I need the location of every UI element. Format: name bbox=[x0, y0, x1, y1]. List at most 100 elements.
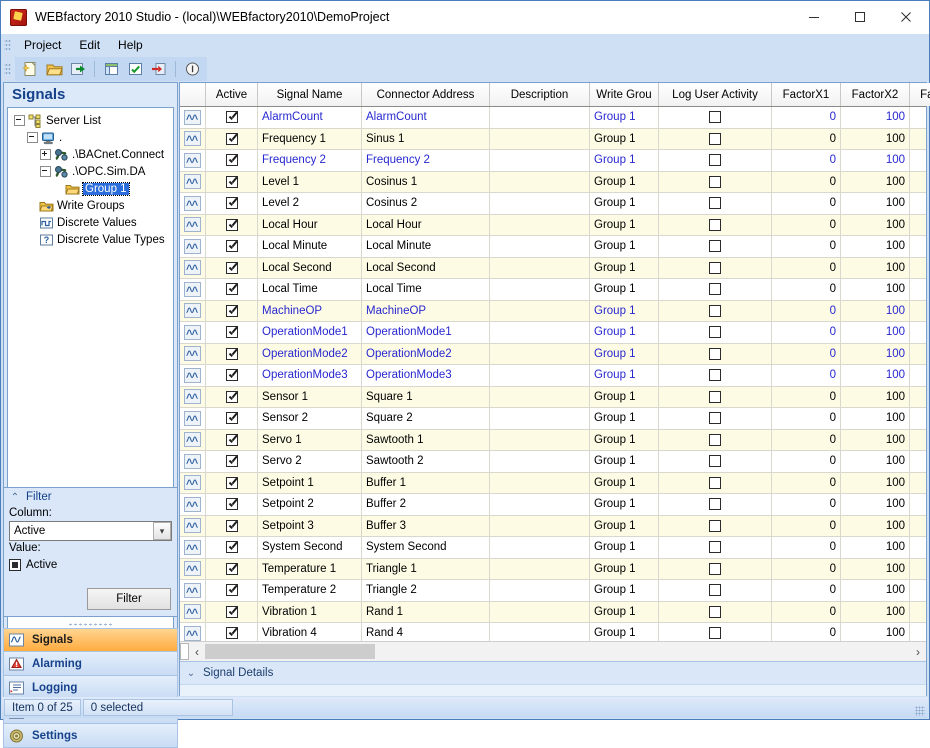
table-row[interactable]: Servo 1Sawtooth 1Group 10100 bbox=[180, 430, 926, 452]
chevron-down-icon[interactable]: ▾ bbox=[153, 522, 171, 540]
checkbox-icon[interactable] bbox=[226, 240, 238, 252]
cell-factorx1[interactable]: 0 bbox=[772, 193, 841, 214]
cell-desc[interactable] bbox=[490, 107, 590, 128]
checkbox-icon[interactable] bbox=[226, 541, 238, 553]
row-log-user-activity-checkbox[interactable] bbox=[659, 301, 772, 322]
cell-desc[interactable] bbox=[490, 258, 590, 279]
checkbox-icon[interactable] bbox=[226, 584, 238, 596]
filter-value-row[interactable]: Active bbox=[4, 559, 177, 571]
cell-factorx2[interactable]: 100 bbox=[841, 580, 910, 601]
cell-factorx1[interactable]: 0 bbox=[772, 537, 841, 558]
filter-header[interactable]: ⌃ Filter bbox=[4, 488, 177, 506]
checkbox-icon[interactable] bbox=[226, 326, 238, 338]
cell-address[interactable]: Sawtooth 1 bbox=[362, 430, 490, 451]
row-log-user-activity-checkbox[interactable] bbox=[659, 494, 772, 515]
cell-name[interactable]: OperationMode3 bbox=[258, 365, 362, 386]
checkbox-icon[interactable] bbox=[709, 154, 721, 166]
cell-factorx2[interactable]: 100 bbox=[841, 215, 910, 236]
cell-factorx1[interactable]: 0 bbox=[772, 387, 841, 408]
cell-wgroup[interactable]: Group 1 bbox=[590, 473, 659, 494]
cell-factorx3[interactable] bbox=[910, 215, 926, 236]
toolbar-drag-grip[interactable] bbox=[4, 62, 11, 76]
cell-wgroup[interactable]: Group 1 bbox=[590, 172, 659, 193]
checkbox-icon[interactable] bbox=[709, 584, 721, 596]
cell-wgroup[interactable]: Group 1 bbox=[590, 150, 659, 171]
cell-desc[interactable] bbox=[490, 408, 590, 429]
cell-desc[interactable] bbox=[490, 129, 590, 150]
cell-desc[interactable] bbox=[490, 537, 590, 558]
cell-name[interactable]: Setpoint 2 bbox=[258, 494, 362, 515]
cell-factorx3[interactable] bbox=[910, 602, 926, 623]
row-log-user-activity-checkbox[interactable] bbox=[659, 258, 772, 279]
cell-factorx3[interactable] bbox=[910, 322, 926, 343]
cell-desc[interactable] bbox=[490, 236, 590, 257]
cell-wgroup[interactable]: Group 1 bbox=[590, 430, 659, 451]
cell-address[interactable]: Rand 4 bbox=[362, 623, 490, 641]
cell-wgroup[interactable]: Group 1 bbox=[590, 365, 659, 386]
cell-desc[interactable] bbox=[490, 473, 590, 494]
tree-item-group-1[interactable]: Group 1 bbox=[12, 180, 171, 197]
checkbox-icon[interactable] bbox=[709, 283, 721, 295]
cell-address[interactable]: Triangle 1 bbox=[362, 559, 490, 580]
cell-desc[interactable] bbox=[490, 623, 590, 641]
expander-icon[interactable] bbox=[40, 166, 51, 177]
cell-factorx3[interactable] bbox=[910, 623, 926, 641]
nav-item-signals[interactable]: Signals bbox=[3, 628, 178, 652]
cell-wgroup[interactable]: Group 1 bbox=[590, 301, 659, 322]
row-active-checkbox[interactable] bbox=[206, 494, 258, 515]
table-row[interactable]: Temperature 2Triangle 2Group 10100 bbox=[180, 580, 926, 602]
checkbox-icon[interactable] bbox=[226, 262, 238, 274]
checkbox-icon[interactable] bbox=[709, 477, 721, 489]
checkbox-icon[interactable] bbox=[226, 154, 238, 166]
grid-header-name[interactable]: Signal Name bbox=[258, 83, 362, 106]
row-log-user-activity-checkbox[interactable] bbox=[659, 107, 772, 128]
cell-wgroup[interactable]: Group 1 bbox=[590, 387, 659, 408]
table-row[interactable]: Level 1Cosinus 1Group 10100 bbox=[180, 172, 926, 194]
cell-factorx3[interactable] bbox=[910, 236, 926, 257]
table-row[interactable]: OperationMode3OperationMode3Group 10100 bbox=[180, 365, 926, 387]
cell-address[interactable]: Rand 1 bbox=[362, 602, 490, 623]
row-log-user-activity-checkbox[interactable] bbox=[659, 473, 772, 494]
row-log-user-activity-checkbox[interactable] bbox=[659, 236, 772, 257]
cell-factorx3[interactable] bbox=[910, 559, 926, 580]
grid-header-logact[interactable]: Log User Activity bbox=[659, 83, 772, 106]
cell-factorx1[interactable]: 0 bbox=[772, 150, 841, 171]
cell-factorx2[interactable]: 100 bbox=[841, 301, 910, 322]
checkbox-icon[interactable] bbox=[709, 455, 721, 467]
checkbox-icon[interactable] bbox=[709, 219, 721, 231]
cell-factorx3[interactable] bbox=[910, 193, 926, 214]
cell-desc[interactable] bbox=[490, 150, 590, 171]
cell-factorx2[interactable]: 100 bbox=[841, 408, 910, 429]
cell-wgroup[interactable]: Group 1 bbox=[590, 602, 659, 623]
menu-project[interactable]: Project bbox=[15, 36, 70, 54]
cell-factorx2[interactable]: 100 bbox=[841, 322, 910, 343]
cell-factorx3[interactable] bbox=[910, 494, 926, 515]
grid-body[interactable]: AlarmCountAlarmCountGroup 10100Frequency… bbox=[180, 107, 926, 641]
grid-scroll-track[interactable] bbox=[205, 643, 910, 660]
checkbox-icon[interactable] bbox=[226, 563, 238, 575]
cell-desc[interactable] bbox=[490, 430, 590, 451]
nav-item-alarming[interactable]: Alarming bbox=[3, 652, 178, 676]
cell-desc[interactable] bbox=[490, 215, 590, 236]
cell-address[interactable]: Square 2 bbox=[362, 408, 490, 429]
cell-factorx1[interactable]: 0 bbox=[772, 129, 841, 150]
cell-factorx3[interactable] bbox=[910, 537, 926, 558]
cell-wgroup[interactable]: Group 1 bbox=[590, 623, 659, 641]
checkbox-icon[interactable] bbox=[709, 606, 721, 618]
table-row[interactable]: Setpoint 3Buffer 3Group 10100 bbox=[180, 516, 926, 538]
checkbox-icon[interactable] bbox=[226, 391, 238, 403]
checkbox-icon[interactable] bbox=[709, 111, 721, 123]
cell-factorx1[interactable]: 0 bbox=[772, 430, 841, 451]
table-row[interactable]: Local MinuteLocal MinuteGroup 10100 bbox=[180, 236, 926, 258]
cell-name[interactable]: Local Second bbox=[258, 258, 362, 279]
cell-desc[interactable] bbox=[490, 559, 590, 580]
cell-factorx3[interactable] bbox=[910, 279, 926, 300]
cell-address[interactable]: Cosinus 1 bbox=[362, 172, 490, 193]
row-active-checkbox[interactable] bbox=[206, 623, 258, 641]
row-active-checkbox[interactable] bbox=[206, 430, 258, 451]
table-row[interactable]: MachineOPMachineOPGroup 10100 bbox=[180, 301, 926, 323]
close-button[interactable] bbox=[883, 1, 929, 33]
checkbox-icon[interactable] bbox=[226, 305, 238, 317]
cell-factorx3[interactable] bbox=[910, 430, 926, 451]
cell-factorx2[interactable]: 100 bbox=[841, 623, 910, 641]
